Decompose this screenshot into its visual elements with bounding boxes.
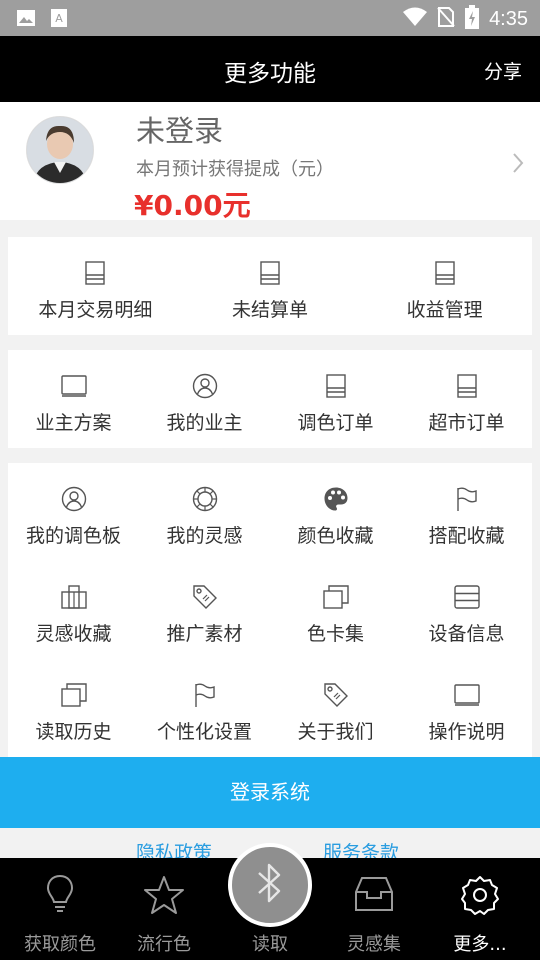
bluetooth-read-button[interactable] (228, 843, 312, 927)
tag-icon (192, 583, 218, 611)
tab-trending-colors[interactable]: 流行色 (110, 858, 218, 960)
page-title: 更多功能 (224, 61, 316, 87)
menu-item-label: 色卡集 (306, 623, 364, 645)
building-icon (60, 583, 88, 611)
menu-item-label: 个性化设置 (156, 721, 252, 743)
menu-item-label: 未结算单 (231, 299, 308, 321)
menu-item-promo-materials[interactable]: 推广素材 (139, 561, 270, 659)
flag-icon (193, 681, 217, 709)
list-icon (325, 372, 347, 400)
wifi-icon (403, 7, 428, 31)
menu-item-owner-plans[interactable]: 业主方案 (8, 350, 139, 448)
menu-item-monthly-transactions[interactable]: 本月交易明细 (8, 237, 183, 335)
menu-item-instructions[interactable]: 操作说明 (401, 659, 532, 757)
header: 更多功能 分享 (0, 36, 540, 102)
copy-icon (60, 681, 88, 709)
menu-item-label: 业主方案 (35, 412, 112, 434)
menu-item-label: 灵感收藏 (35, 623, 112, 645)
menu-item-revenue-management[interactable]: 收益管理 (357, 237, 532, 335)
menu-item-about-us[interactable]: 关于我们 (270, 659, 401, 757)
menu-item-match-favorites[interactable]: 搭配收藏 (401, 463, 532, 561)
tag-icon (323, 681, 349, 709)
menu-item-my-owners[interactable]: 我的业主 (139, 350, 270, 448)
menu-item-label: 收益管理 (406, 299, 483, 321)
privacy-policy-link[interactable]: 隐私政策 (136, 838, 212, 858)
menu-item-market-orders[interactable]: 超市订单 (401, 350, 532, 448)
bluetooth-icon (255, 859, 285, 911)
laptop-icon (60, 372, 88, 400)
tab-label: 流行色 (137, 934, 191, 955)
bulb-icon (6, 874, 114, 918)
avatar[interactable] (26, 116, 94, 184)
share-button[interactable]: 分享 (484, 57, 522, 84)
menu-item-personalization[interactable]: 个性化设置 (139, 659, 270, 757)
profile-card[interactable]: 未登录 本月预计获得提成（元） ¥0.00元 (0, 102, 540, 222)
menu-item-label: 调色订单 (297, 412, 374, 434)
tab-inspiration-collection[interactable]: 灵感集 (320, 858, 428, 960)
no-sim-icon (437, 6, 455, 32)
flag-icon (455, 485, 479, 513)
battery-icon (465, 5, 480, 33)
list-icon (434, 259, 456, 287)
menu-item-inspiration-favorites[interactable]: 灵感收藏 (8, 561, 139, 659)
gear-icon (426, 874, 534, 918)
login-status: 未登录 (136, 114, 224, 148)
font-icon: A (50, 8, 68, 32)
menu-item-label: 搭配收藏 (428, 525, 505, 547)
menu-item-label: 本月交易明细 (38, 299, 153, 321)
menu-item-label: 设备信息 (428, 623, 505, 645)
terms-of-service-link[interactable]: 服务条款 (323, 838, 399, 858)
tab-label: 获取颜色 (24, 934, 96, 955)
tab-more[interactable]: 更多... (426, 858, 534, 960)
login-button[interactable]: 登录系统 (0, 757, 540, 828)
transactions-menu: 本月交易明细 未结算单 收益管理 (8, 237, 532, 335)
menu-item-label: 我的调色板 (25, 525, 121, 547)
image-icon (16, 8, 36, 32)
commission-amount: ¥0.00元 (134, 189, 251, 222)
menu-item-color-favorites[interactable]: 颜色收藏 (270, 463, 401, 561)
menu-item-device-info[interactable]: 设备信息 (401, 561, 532, 659)
aperture-icon (192, 485, 218, 513)
laptop-icon (453, 681, 481, 709)
user-icon (61, 485, 87, 513)
layers-icon (453, 583, 481, 611)
menu-item-color-cards[interactable]: 色卡集 (270, 561, 401, 659)
menu-item-label: 读取历史 (35, 721, 112, 743)
features-menu: 我的调色板 我的灵感 颜色收藏 搭配收藏 灵感收藏 推广素材 色卡集 设备信息 … (8, 463, 532, 757)
orders-menu: 业主方案 我的业主 调色订单 超市订单 (8, 350, 532, 448)
menu-item-label: 我的业主 (166, 412, 243, 434)
menu-item-tint-orders[interactable]: 调色订单 (270, 350, 401, 448)
menu-item-unsettled-orders[interactable]: 未结算单 (183, 237, 358, 335)
menu-item-label: 我的灵感 (166, 525, 243, 547)
status-bar: A 4:35 (0, 0, 540, 36)
menu-item-label: 关于我们 (297, 721, 374, 743)
menu-item-label: 颜色收藏 (297, 525, 374, 547)
menu-item-read-history[interactable]: 读取历史 (8, 659, 139, 757)
palette-icon (323, 485, 349, 513)
commission-label: 本月预计获得提成（元） (136, 159, 334, 180)
tab-get-color[interactable]: 获取颜色 (6, 858, 114, 960)
list-icon (259, 259, 281, 287)
star-icon (110, 874, 218, 918)
menu-item-label: 推广素材 (166, 623, 243, 645)
svg-text:A: A (55, 12, 63, 25)
list-icon (84, 259, 106, 287)
tab-label: 灵感集 (347, 934, 401, 955)
chevron-right-icon (512, 152, 524, 178)
inbox-icon (320, 874, 428, 918)
status-time: 4:35 (489, 7, 528, 30)
tab-label: 读取 (252, 934, 288, 955)
menu-item-my-palette[interactable]: 我的调色板 (8, 463, 139, 561)
tab-label: 更多... (453, 934, 507, 955)
menu-item-label: 操作说明 (428, 721, 505, 743)
menu-item-my-inspiration[interactable]: 我的灵感 (139, 463, 270, 561)
copy-icon (322, 583, 350, 611)
user-icon (192, 372, 218, 400)
menu-item-label: 超市订单 (428, 412, 505, 434)
list-icon (456, 372, 478, 400)
